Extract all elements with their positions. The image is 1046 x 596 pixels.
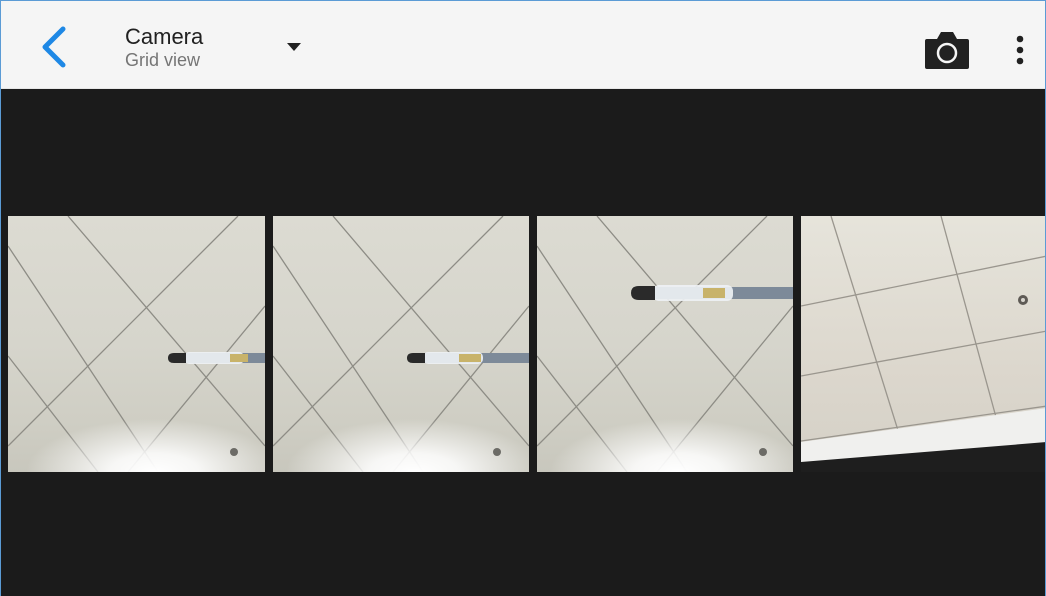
view-mode-label: Grid view (125, 50, 201, 70)
app-window: Camera Grid view (0, 0, 1046, 596)
view-mode-dropdown[interactable] (279, 31, 309, 61)
photo-thumbnail[interactable] (801, 216, 1045, 472)
title-block: Camera Grid view (125, 25, 203, 71)
camera-button[interactable] (921, 27, 973, 73)
back-button[interactable] (31, 23, 79, 71)
photo-thumbnail[interactable] (537, 216, 793, 472)
chevron-left-icon (42, 26, 66, 68)
more-vertical-icon (1016, 35, 1024, 65)
caret-down-icon (287, 43, 301, 51)
photo-thumbnail[interactable] (8, 216, 265, 472)
photo-image (273, 216, 529, 472)
more-options-button[interactable] (1005, 27, 1035, 73)
photo-thumbnail[interactable] (273, 216, 529, 472)
photo-image (8, 216, 265, 472)
photo-grid (1, 216, 1045, 473)
camera-icon (925, 32, 969, 69)
top-toolbar: Camera Grid view (1, 1, 1045, 89)
photo-image (801, 216, 1045, 472)
page-title: Camera (125, 24, 204, 49)
photo-image (537, 216, 793, 472)
